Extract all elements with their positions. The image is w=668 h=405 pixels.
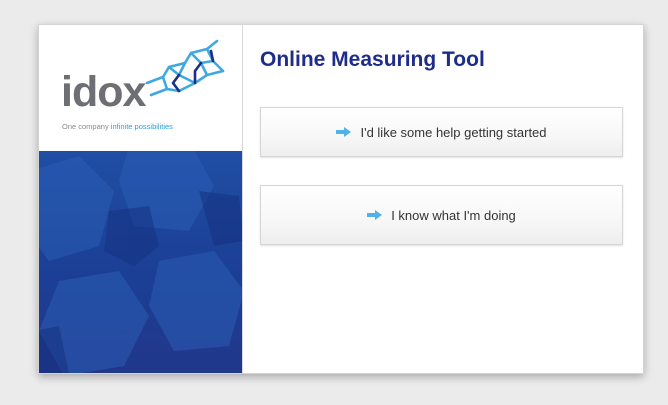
page-background: idox One company infinite possibilities — [0, 0, 668, 405]
tagline-plain: One company — [62, 122, 109, 131]
logo-tagline: One company infinite possibilities — [62, 122, 173, 131]
help-getting-started-label: I'd like some help getting started — [360, 124, 547, 140]
idox-logo: idox One company infinite possibilities — [39, 25, 242, 151]
arrow-right-icon — [336, 127, 352, 137]
brand-sidebar: idox One company infinite possibilities — [39, 25, 243, 373]
know-what-doing-button[interactable]: I know what I'm doing — [260, 185, 623, 245]
decorative-blue-panel — [39, 151, 242, 373]
help-getting-started-button[interactable]: I'd like some help getting started — [260, 107, 623, 157]
page-title: Online Measuring Tool — [260, 48, 485, 71]
welcome-dialog: idox One company infinite possibilities — [38, 24, 644, 374]
know-what-doing-label: I know what I'm doing — [391, 207, 516, 223]
network-logo-icon — [145, 39, 225, 97]
main-content: Online Measuring Tool I'd like some help… — [243, 25, 643, 373]
honeycomb-pattern — [39, 151, 242, 373]
tagline-accent: infinite possibilities — [110, 122, 173, 131]
logo-wordmark: idox — [61, 68, 146, 116]
arrow-right-icon — [367, 210, 383, 220]
